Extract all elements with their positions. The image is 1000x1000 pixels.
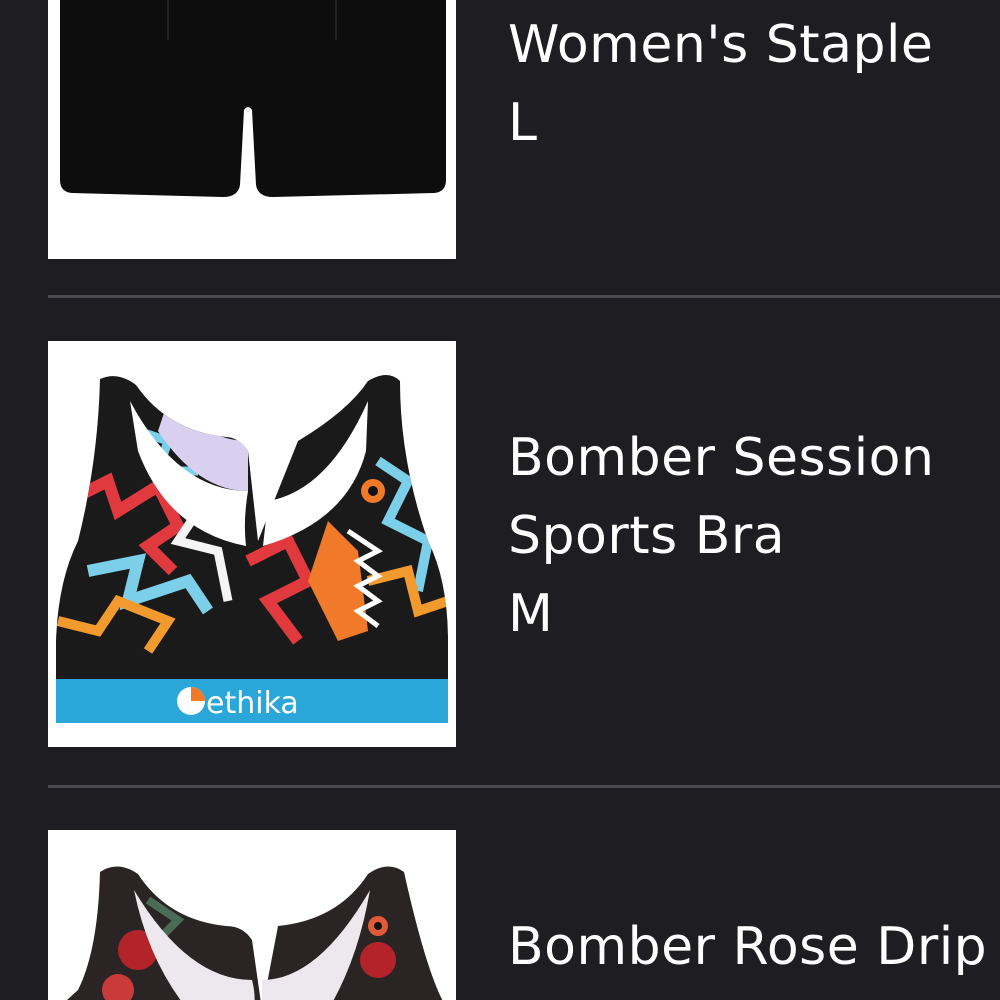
brand-logo-text: ethika [206,686,299,721]
product-thumbnail[interactable] [48,0,456,259]
list-item[interactable]: Bomber Rose Drip [0,788,1000,1000]
product-name-line2: Sports Bra [508,506,786,566]
product-info: Bomber Rose Drip [508,908,1000,986]
product-size: M [508,584,554,644]
list-item[interactable]: Women's Staple L [0,0,1000,297]
rose-sports-bra-image [56,866,448,1000]
product-thumbnail[interactable] [48,830,456,1000]
product-info: Women's Staple L [508,6,1000,162]
list-item[interactable]: ethika Bomber Session Sports Bra M [0,298,1000,786]
graffiti-sports-bra-image: ethika [56,375,448,723]
product-thumbnail[interactable]: ethika [48,341,456,747]
product-list: Women's Staple L ethika Bomber Session S… [0,0,1000,1000]
product-info: Bomber Session Sports Bra M [508,419,1000,653]
product-name: Women's Staple [508,15,934,75]
product-size: L [508,93,538,153]
product-name: Bomber Rose Drip [508,917,988,977]
black-shorts-image [60,0,446,197]
product-name: Bomber Session [508,428,935,488]
